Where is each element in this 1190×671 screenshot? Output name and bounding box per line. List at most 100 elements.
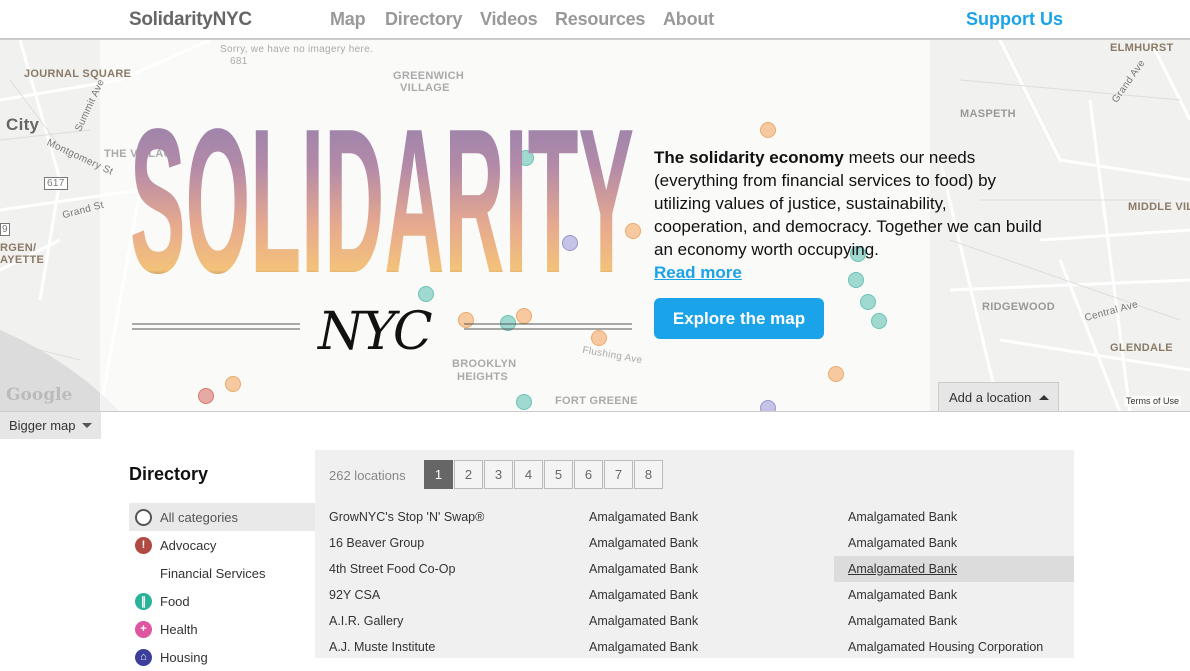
- explore-map-button[interactable]: Explore the map: [654, 298, 824, 339]
- add-location-button[interactable]: Add a location: [938, 382, 1059, 411]
- nav-about[interactable]: About: [663, 9, 714, 30]
- page-button[interactable]: 7: [604, 460, 633, 489]
- category-label: Financial Services: [160, 565, 266, 581]
- page-button[interactable]: 8: [634, 460, 663, 489]
- category-health[interactable]: + Health: [129, 615, 315, 643]
- location-list-panel: 262 locations 1 2 3 4 5 6 7 8 GrowNYC's …: [315, 450, 1074, 658]
- nav-map[interactable]: Map: [330, 9, 366, 30]
- page-button[interactable]: 3: [484, 460, 513, 489]
- map-label: JOURNAL SQUARE: [24, 68, 132, 80]
- top-navbar: SolidarityNYC Map Directory Videos Resou…: [0, 0, 1190, 40]
- map-label: City: [6, 115, 40, 134]
- map-pin[interactable]: [860, 294, 876, 310]
- location-link[interactable]: Amalgamated Bank: [575, 530, 815, 556]
- location-link[interactable]: 16 Beaver Group: [315, 530, 555, 556]
- map-canvas[interactable]: JOURNAL SQUARE City Summit Ave Montgomer…: [0, 40, 1190, 412]
- brand-logo[interactable]: SolidarityNYC: [129, 9, 252, 31]
- nav-directory[interactable]: Directory: [385, 9, 462, 30]
- location-link[interactable]: 4th Street Food Co-Op: [315, 556, 555, 582]
- route-shield: 9: [0, 223, 10, 236]
- add-location-label: Add a location: [949, 390, 1032, 405]
- location-link[interactable]: Amalgamated Housing Corporation: [834, 634, 1074, 660]
- category-list: All categories ! Advocacy Financial Serv…: [129, 503, 315, 671]
- location-link[interactable]: Amalgamated Bank: [834, 530, 1074, 556]
- caret-down-icon: [82, 423, 93, 428]
- map-pin[interactable]: [225, 376, 241, 392]
- map-pin[interactable]: [760, 122, 776, 138]
- location-link[interactable]: Amalgamated Bank: [575, 634, 815, 660]
- category-advocacy[interactable]: ! Advocacy: [129, 531, 315, 559]
- bigger-map-button[interactable]: Bigger map: [0, 412, 101, 439]
- category-label: Food: [160, 593, 190, 609]
- map-label: AYETTE: [0, 254, 45, 266]
- category-housing[interactable]: ⌂ Housing: [129, 643, 315, 671]
- house-icon: ⌂: [135, 648, 152, 666]
- map-label: GREENWICH: [393, 70, 465, 82]
- map-pin[interactable]: [198, 388, 214, 404]
- category-all[interactable]: All categories: [129, 503, 315, 531]
- map-label: ELMHURST: [1110, 42, 1174, 54]
- map-label: MASPETH: [960, 108, 1016, 120]
- terms-of-use-link[interactable]: Terms of Use: [1124, 396, 1182, 406]
- location-link[interactable]: GrowNYC's Stop 'N' Swap®: [315, 504, 555, 530]
- intro-bold: The solidarity economy: [654, 148, 844, 167]
- google-logo: Google: [6, 385, 73, 405]
- category-food[interactable]: ∥ Food: [129, 587, 315, 615]
- map-label: HEIGHTS: [457, 371, 508, 383]
- category-financial-services[interactable]: Financial Services: [129, 559, 315, 587]
- location-link[interactable]: Amalgamated Bank: [575, 504, 815, 530]
- location-link-hovered[interactable]: Amalgamated Bank: [834, 556, 1074, 582]
- pagination: 1 2 3 4 5 6 7 8: [424, 460, 664, 489]
- directory-title: Directory: [129, 464, 209, 484]
- location-link[interactable]: Amalgamated Bank: [575, 582, 815, 608]
- map-pin[interactable]: [516, 394, 532, 410]
- nyc-script: NYC: [318, 302, 433, 362]
- location-link[interactable]: 92Y CSA: [315, 582, 555, 608]
- map-label: RGEN/: [0, 242, 37, 254]
- blank-icon: [135, 565, 152, 582]
- page-button[interactable]: 4: [514, 460, 543, 489]
- map-label: GLENDALE: [1110, 342, 1173, 354]
- location-count: 262 locations: [329, 468, 406, 483]
- plus-icon: +: [135, 620, 152, 638]
- page-button[interactable]: 5: [544, 460, 573, 489]
- map-pin[interactable]: [871, 313, 887, 329]
- location-column-2: Amalgamated Bank Amalgamated Bank Amalga…: [575, 504, 815, 660]
- location-column-1: GrowNYC's Stop 'N' Swap® 16 Beaver Group…: [315, 504, 555, 660]
- support-us-link[interactable]: Support Us: [966, 9, 1063, 30]
- logo-word: SOLIDARITY: [130, 88, 634, 316]
- map-label: Sorry, we have no imagery here.: [220, 44, 374, 55]
- page-button[interactable]: 2: [454, 460, 483, 489]
- nyc-logo-row: NYC: [130, 302, 634, 372]
- nav-resources[interactable]: Resources: [555, 9, 645, 30]
- category-label: All categories: [160, 509, 239, 525]
- location-column-3: Amalgamated Bank Amalgamated Bank Amalga…: [834, 504, 1074, 660]
- location-link[interactable]: A.I.R. Gallery: [315, 608, 555, 634]
- map-label: MIDDLE VILL: [1128, 201, 1190, 213]
- category-label: Housing: [160, 649, 208, 665]
- nav-videos[interactable]: Videos: [480, 9, 538, 30]
- location-link[interactable]: Amalgamated Bank: [834, 504, 1074, 530]
- page-button[interactable]: 1: [424, 460, 453, 489]
- page-button[interactable]: 6: [574, 460, 603, 489]
- exclamation-icon: !: [135, 536, 152, 554]
- map-label: RIDGEWOOD: [982, 301, 1055, 313]
- location-link[interactable]: Amalgamated Bank: [575, 556, 815, 582]
- bigger-map-label: Bigger map: [9, 418, 76, 433]
- location-link[interactable]: A.J. Muste Institute: [315, 634, 555, 660]
- location-link[interactable]: Amalgamated Bank: [575, 608, 815, 634]
- category-label: Advocacy: [160, 537, 217, 553]
- map-pin[interactable]: [760, 400, 776, 411]
- route-shield: 681: [230, 56, 248, 67]
- map-pin[interactable]: [828, 366, 844, 382]
- hero-intro: The solidarity economy meets our needs (…: [654, 146, 1044, 284]
- read-more-link[interactable]: Read more: [654, 261, 1044, 284]
- caret-up-icon: [1039, 395, 1050, 400]
- circle-outline-icon: [135, 508, 152, 526]
- map-label: FORT GREENE: [555, 395, 638, 407]
- route-shield: 617: [44, 177, 68, 190]
- solidarity-logo: SOLIDARITY: [130, 88, 634, 316]
- location-link[interactable]: Amalgamated Bank: [834, 608, 1074, 634]
- location-link[interactable]: Amalgamated Bank: [834, 582, 1074, 608]
- fork-knife-icon: ∥: [135, 592, 152, 610]
